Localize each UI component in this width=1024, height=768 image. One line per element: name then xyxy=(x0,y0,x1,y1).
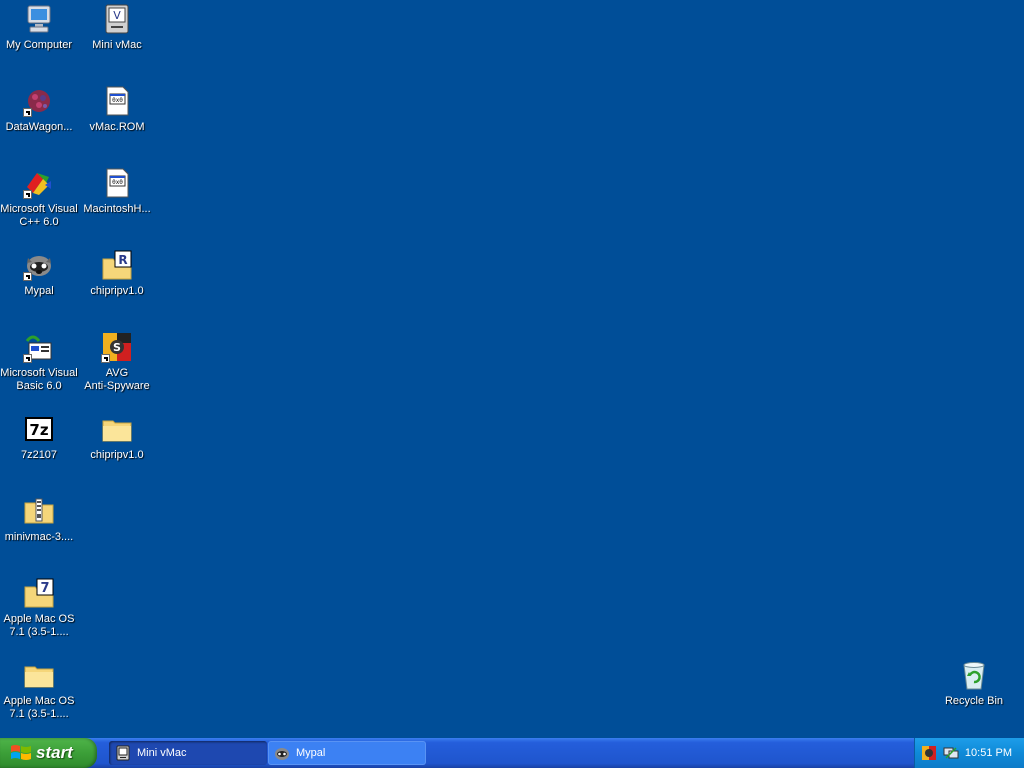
desktop-icon-macintosh-disk[interactable]: 0x0 MacintoshH... xyxy=(78,166,156,246)
7z-archive-icon: 7 xyxy=(22,576,56,610)
icon-label: MacintoshH... xyxy=(83,203,151,215)
desktop-icon-vmac-rom[interactable]: 0x0 vMac.ROM xyxy=(78,84,156,164)
my-computer-icon xyxy=(22,2,56,36)
taskbar-button-mypal[interactable]: Mypal xyxy=(268,741,426,765)
start-button[interactable]: start xyxy=(0,738,97,768)
icon-label: vMac.ROM xyxy=(89,121,145,133)
taskbar-button-label: Mini vMac xyxy=(137,747,187,759)
visual-basic-icon xyxy=(22,330,56,364)
desktop: My Computer DataWagon... Microsoft Visua… xyxy=(0,0,1024,738)
zip-folder-icon xyxy=(22,494,56,528)
shortcut-arrow-icon xyxy=(23,354,32,363)
system-tray: 10:51 PM xyxy=(914,738,1024,768)
folder-icon xyxy=(22,658,56,692)
icon-label: chipripv1.0 xyxy=(90,285,144,297)
svg-text:S: S xyxy=(113,341,121,354)
desktop-icon-mini-vmac[interactable]: V Mini vMac xyxy=(78,2,156,82)
winrar-folder-icon: R xyxy=(100,248,134,282)
svg-text:V: V xyxy=(113,9,121,22)
desktop-icon-my-computer[interactable]: My Computer xyxy=(0,2,78,82)
svg-text:7z: 7z xyxy=(29,421,48,439)
desktop-icon-mypal[interactable]: Mypal xyxy=(0,248,78,328)
icon-label: AVG Anti-Spyware xyxy=(84,367,150,392)
taskbar-button-label: Mypal xyxy=(296,747,326,759)
svg-text:0x0: 0x0 xyxy=(112,97,123,104)
shortcut-arrow-icon xyxy=(23,108,32,117)
visual-cpp-icon xyxy=(22,166,56,200)
mini-vmac-icon: V xyxy=(100,2,134,36)
desktop-icon-avg-antispyware[interactable]: S AVG Anti-Spyware xyxy=(78,330,156,410)
desktop-icon-visual-cpp[interactable]: Microsoft Visual C++ 6.0 xyxy=(0,166,78,246)
mini-vmac-icon xyxy=(115,745,131,761)
icon-label: Mypal xyxy=(24,285,54,297)
icon-label: DataWagon... xyxy=(5,121,73,133)
rom-file-icon: 0x0 xyxy=(100,84,134,118)
disk-image-file-icon: 0x0 xyxy=(100,166,134,200)
icon-label: 7z2107 xyxy=(20,449,58,461)
shortcut-arrow-icon xyxy=(23,190,32,199)
datawagon-icon xyxy=(22,84,56,118)
clock[interactable]: 10:51 PM xyxy=(965,747,1012,759)
mypal-icon xyxy=(274,745,290,761)
icon-label: Apple Mac OS 7.1 (3.5-1.... xyxy=(3,695,75,720)
svg-text:R: R xyxy=(118,253,127,267)
desktop-icon-7z2107[interactable]: 7z 7z2107 xyxy=(0,412,78,492)
network-tray-icon[interactable] xyxy=(943,745,959,761)
taskbar: start Mini vMac Mypal 10:51 PM xyxy=(0,738,1024,768)
mypal-icon xyxy=(22,248,56,282)
icon-label: My Computer xyxy=(5,39,73,51)
folder-icon xyxy=(100,412,134,446)
desktop-icon-chipripv1-folder[interactable]: chipripv1.0 xyxy=(78,412,156,492)
desktop-icon-minivmac-zip[interactable]: minivmac-3.... xyxy=(0,494,78,574)
icon-label: Recycle Bin xyxy=(944,695,1004,707)
shortcut-arrow-icon xyxy=(23,272,32,281)
svg-text:7: 7 xyxy=(40,581,49,596)
7zip-icon: 7z xyxy=(22,412,56,446)
recycle-bin-icon xyxy=(957,658,991,692)
desktop-icon-recycle-bin[interactable]: Recycle Bin xyxy=(935,658,1013,738)
avg-antispyware-tray-icon[interactable] xyxy=(921,745,937,761)
svg-text:0x0: 0x0 xyxy=(112,179,123,186)
desktop-icon-visual-basic[interactable]: Microsoft Visual Basic 6.0 xyxy=(0,330,78,410)
icon-label: chipripv1.0 xyxy=(90,449,144,461)
avg-antispyware-icon: S xyxy=(100,330,134,364)
taskbar-button-mini-vmac[interactable]: Mini vMac xyxy=(109,741,267,765)
desktop-icon-chipripv1-rar[interactable]: R chipripv1.0 xyxy=(78,248,156,328)
icon-label: Mini vMac xyxy=(92,39,142,51)
icon-label: Apple Mac OS 7.1 (3.5-1.... xyxy=(3,613,75,638)
desktop-icon-datawagon[interactable]: DataWagon... xyxy=(0,84,78,164)
icon-label: Microsoft Visual C++ 6.0 xyxy=(0,203,78,228)
desktop-icon-apple-mac-os-7z[interactable]: 7 Apple Mac OS 7.1 (3.5-1.... xyxy=(0,576,78,656)
desktop-icon-apple-mac-os-folder[interactable]: Apple Mac OS 7.1 (3.5-1.... xyxy=(0,658,78,738)
icon-label: minivmac-3.... xyxy=(4,531,74,543)
shortcut-arrow-icon xyxy=(101,354,110,363)
start-label: start xyxy=(36,743,73,762)
windows-logo-icon xyxy=(10,743,32,763)
icon-label: Microsoft Visual Basic 6.0 xyxy=(0,367,78,392)
